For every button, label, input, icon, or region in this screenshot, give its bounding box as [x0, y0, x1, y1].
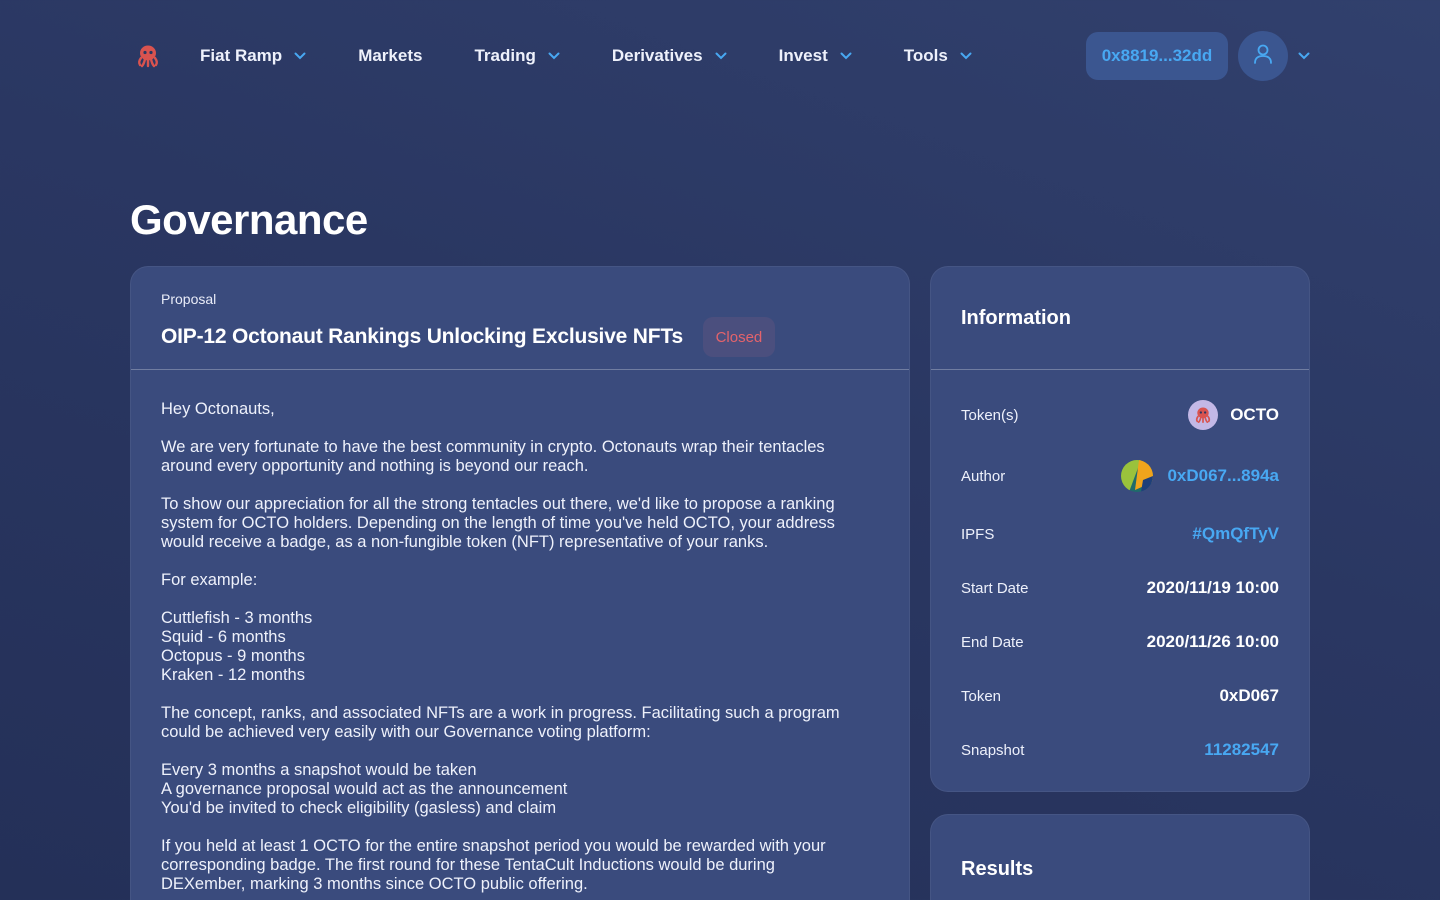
nav-tools-label: Tools — [903, 46, 948, 65]
account-button[interactable] — [1238, 31, 1288, 81]
proposal-eyebrow: Proposal — [161, 291, 217, 307]
nav-account-area: 0x8819...32dd — [1086, 31, 1310, 81]
information-title: Information — [961, 306, 1071, 329]
information-header: Information — [931, 267, 1309, 370]
nav-derivatives[interactable]: Derivatives — [612, 46, 727, 66]
info-row-tokens: Token(s) OCTO — [961, 400, 1279, 430]
proposal-header: Proposal OIP-12 Octonaut Rankings Unlock… — [131, 267, 909, 370]
chevron-down-icon — [715, 52, 727, 60]
proposal-paragraph: For example: — [161, 571, 258, 589]
author-address: 0xD067...894a — [1167, 466, 1279, 485]
proposal-title-row: OIP-12 Octonaut Rankings Unlocking Exclu… — [161, 317, 879, 357]
info-label: Author — [961, 467, 1006, 485]
nav-trading[interactable]: Trading — [474, 46, 560, 66]
info-row-snapshot: Snapshot 11282547 — [961, 735, 1279, 765]
proposal-body: Hey Octonauts, We are very fortunate to h… — [131, 370, 909, 894]
info-label: Start Date — [961, 579, 1029, 597]
info-label: Token — [961, 687, 1002, 705]
info-row-token: Token 0xD067 — [961, 681, 1279, 711]
proposal-title: OIP-12 Octonaut Rankings Unlocking Exclu… — [161, 325, 683, 348]
info-value: OCTO — [1188, 400, 1279, 430]
info-row-start-date: Start Date 2020/11/19 10:00 — [961, 573, 1279, 603]
chevron-down-icon — [840, 52, 852, 60]
user-icon — [1252, 43, 1274, 70]
proposal-paragraph: Cuttlefish - 3 months Squid - 6 months Oct… — [161, 609, 313, 684]
chevron-down-icon — [960, 52, 972, 60]
results-card: Results — [930, 814, 1310, 900]
info-row-ipfs: IPFS #QmQfTyV — [961, 519, 1279, 549]
token-address-value: 0xD067 — [1219, 686, 1279, 705]
author-link[interactable]: 0xD067...894a — [1121, 460, 1279, 492]
info-row-end-date: End Date 2020/11/26 10:00 — [961, 627, 1279, 657]
proposal-paragraph: If you held at least 1 OCTO for the enti… — [161, 837, 826, 893]
chevron-down-icon[interactable] — [1298, 52, 1310, 60]
results-title: Results — [961, 858, 1034, 880]
nav-derivatives-label: Derivatives — [611, 46, 703, 65]
start-date-value: 2020/11/19 10:00 — [1146, 578, 1279, 597]
snapshot-block-link[interactable]: 11282547 — [1204, 740, 1279, 760]
nav-fiat-ramp[interactable]: Fiat Ramp — [200, 46, 306, 66]
status-badge: Closed — [702, 317, 775, 357]
proposal-paragraph: Hey Octonauts, — [161, 400, 275, 418]
proposal-paragraph: Every 3 months a snapshot would be taken… — [161, 761, 568, 817]
top-nav: Fiat Ramp Markets Trading Derivatives In… — [130, 31, 1310, 81]
token-symbol: OCTO — [1230, 405, 1279, 424]
nav-invest[interactable]: Invest — [779, 46, 852, 66]
nav-markets[interactable]: Markets — [358, 46, 422, 66]
proposal-paragraph: To show our appreciation for all the str… — [161, 495, 835, 551]
octo-token-icon — [1188, 400, 1219, 430]
end-date-value: 2020/11/26 10:00 — [1146, 632, 1279, 651]
octopus-logo-icon[interactable] — [130, 38, 166, 74]
proposal-card: Proposal OIP-12 Octonaut Rankings Unlock… — [130, 266, 910, 900]
nav-markets-label: Markets — [358, 46, 423, 65]
information-card: Information Token(s) OCTO Author 0xD067.… — [930, 266, 1310, 792]
info-label: Token(s) — [961, 406, 1019, 424]
info-label: Snapshot — [961, 741, 1025, 759]
proposal-paragraph: We are very fortunate to have the best c… — [161, 438, 825, 475]
nav-invest-label: Invest — [778, 46, 828, 65]
info-label: IPFS — [961, 525, 995, 543]
proposal-paragraph: The concept, ranks, and associated NFTs … — [161, 704, 840, 741]
nav-fiat-ramp-label: Fiat Ramp — [200, 46, 283, 65]
info-label: End Date — [961, 633, 1024, 651]
chevron-down-icon — [294, 52, 306, 60]
wallet-address-button[interactable]: 0x8819...32dd — [1086, 32, 1228, 80]
nav-trading-label: Trading — [474, 46, 536, 65]
author-identicon-icon — [1121, 460, 1154, 492]
chevron-down-icon — [548, 52, 560, 60]
nav-tools[interactable]: Tools — [904, 46, 972, 66]
info-row-author: Author 0xD067...894a — [961, 460, 1279, 492]
ipfs-link[interactable]: #QmQfTyV — [1192, 524, 1279, 544]
page-title: Governance — [130, 196, 368, 243]
